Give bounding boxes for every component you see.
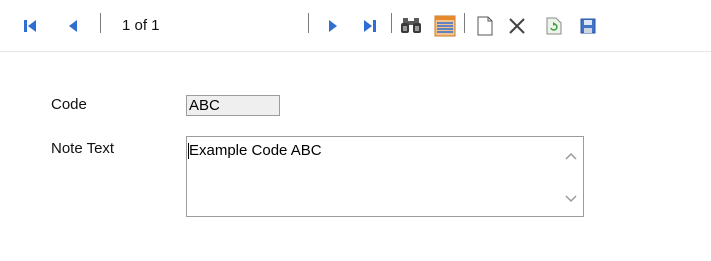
list-view-button[interactable]: [432, 0, 458, 52]
note-text-value: Example Code ABC: [189, 142, 322, 159]
chevron-up-icon: [565, 152, 577, 160]
list-view-icon: [434, 15, 456, 37]
save-icon: [580, 18, 596, 34]
toolbar-separator: [391, 13, 392, 33]
save-button[interactable]: [578, 0, 598, 52]
note-text-label: Note Text: [51, 140, 115, 157]
delete-icon: [509, 18, 525, 34]
toolbar-separator: [464, 13, 465, 33]
refresh-button[interactable]: [544, 0, 564, 52]
refresh-icon: [546, 17, 562, 35]
code-field[interactable]: ABC: [186, 95, 280, 116]
new-record-button[interactable]: [474, 0, 496, 52]
previous-record-button[interactable]: [64, 0, 82, 52]
toolbar-divider: [0, 51, 711, 52]
toolbar-separator: [100, 13, 101, 33]
first-record-icon: [24, 20, 36, 32]
note-text-area[interactable]: Example Code ABC: [186, 136, 584, 217]
last-record-icon: [364, 20, 376, 32]
code-label: Code: [51, 96, 87, 113]
toolbar-separator: [308, 13, 309, 33]
record-counter: 1 of 1: [122, 17, 160, 34]
first-record-button[interactable]: [20, 0, 40, 52]
new-record-icon: [477, 16, 493, 36]
next-record-icon: [329, 20, 337, 32]
last-record-button[interactable]: [360, 0, 380, 52]
find-binoculars-icon: [401, 18, 421, 33]
scroll-down-button[interactable]: [563, 192, 579, 206]
delete-button[interactable]: [506, 0, 528, 52]
next-record-button[interactable]: [324, 0, 342, 52]
scroll-up-button[interactable]: [563, 149, 579, 163]
previous-record-icon: [69, 20, 77, 32]
chevron-down-icon: [565, 195, 577, 203]
find-button[interactable]: [398, 0, 424, 52]
record-navigation-toolbar: 1 of 1: [0, 0, 711, 52]
